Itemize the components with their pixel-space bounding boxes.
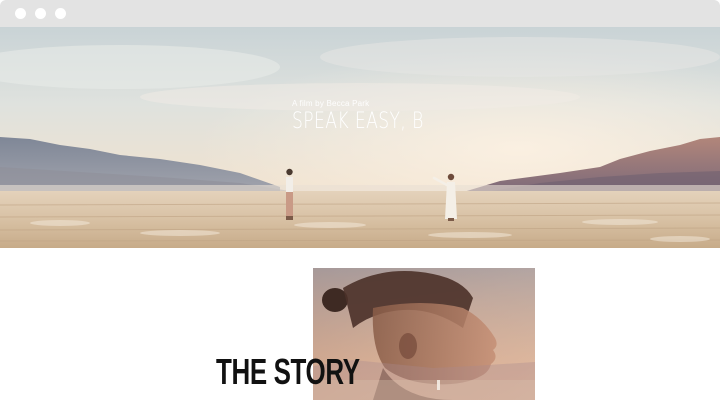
window-dot-icon[interactable] bbox=[15, 8, 26, 19]
window-dot-icon[interactable] bbox=[55, 8, 66, 19]
window-titlebar bbox=[0, 0, 720, 27]
hero-banner: A film by Becca Park SPEAK EASY, B bbox=[0, 27, 720, 248]
hero-text-block: A film by Becca Park SPEAK EASY, B bbox=[292, 99, 461, 134]
window-dot-icon[interactable] bbox=[35, 8, 46, 19]
story-heading: THE STORY bbox=[216, 351, 360, 392]
browser-window: A film by Becca Park SPEAK EASY, B THE S… bbox=[0, 0, 720, 400]
film-title: SPEAK EASY, B bbox=[292, 109, 424, 134]
hero-desert-image bbox=[0, 27, 720, 248]
film-credit: A film by Becca Park bbox=[292, 99, 370, 108]
